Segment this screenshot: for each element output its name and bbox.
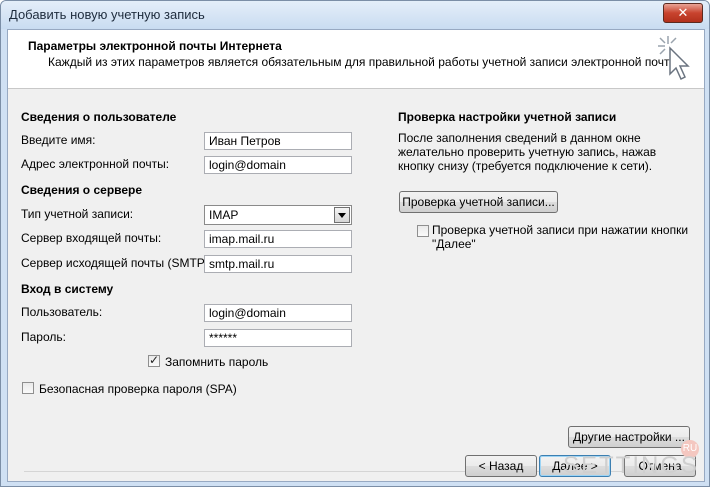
dialog-body: Сведения о пользователе Введите имя: Адр… — [8, 89, 704, 481]
test-settings-title: Проверка настройки учетной записи — [398, 110, 617, 124]
logon-title: Вход в систему — [21, 282, 114, 296]
dialog-header: Параметры электронной почты Интернета Ка… — [8, 30, 704, 89]
server-info-title: Сведения о сервере — [21, 183, 143, 197]
test-account-button[interactable]: Проверка учетной записи... — [399, 191, 558, 213]
email-label: Адрес электронной почты: — [21, 157, 170, 171]
account-type-label: Тип учетной записи: — [21, 207, 134, 221]
remember-password-checkbox[interactable] — [148, 353, 160, 367]
more-settings-button[interactable]: Другие настройки ... — [568, 426, 690, 448]
email-input[interactable] — [204, 156, 352, 174]
auto-test-label: Проверка учетной записи при нажатии кноп… — [432, 223, 689, 251]
remember-password-label: Запомнить пароль — [165, 355, 269, 369]
incoming-server-label: Сервер входящей почты: — [21, 231, 162, 245]
outgoing-server-input[interactable] — [204, 255, 352, 273]
incoming-server-input[interactable] — [204, 230, 352, 248]
test-description: После заполнения сведений в данном окне … — [398, 131, 657, 173]
outgoing-server-label: Сервер исходящей почты (SMTP): — [21, 256, 213, 270]
user-info-title: Сведения о пользователе — [21, 110, 177, 124]
spa-checkbox[interactable] — [22, 382, 34, 394]
auto-test-checkbox[interactable] — [417, 225, 429, 237]
cursor-sparkle-icon — [658, 36, 690, 81]
window-title: Добавить новую учетную запись — [9, 7, 205, 22]
back-button[interactable]: < Назад — [465, 455, 537, 477]
header-subtitle: Каждый из этих параметров является обяза… — [48, 55, 682, 69]
chevron-down-icon[interactable] — [334, 207, 350, 223]
user-input[interactable] — [204, 304, 352, 322]
close-icon: ✕ — [677, 5, 689, 20]
name-label: Введите имя: — [21, 133, 96, 147]
account-type-select[interactable]: IMAP — [204, 205, 352, 225]
header-title: Параметры электронной почты Интернета — [28, 39, 282, 53]
watermark-text: SETTINGS — [562, 452, 699, 479]
account-type-value: IMAP — [209, 208, 239, 222]
name-input[interactable] — [204, 132, 352, 150]
password-label: Пароль: — [21, 330, 66, 344]
spa-label: Безопасная проверка пароля (SPA) — [39, 382, 237, 396]
dialog-window: Добавить новую учетную запись ✕ Параметр… — [0, 0, 710, 487]
dialog-client-area: Параметры электронной почты Интернета Ка… — [7, 29, 705, 482]
user-label: Пользователь: — [21, 305, 103, 319]
password-input[interactable] — [204, 329, 352, 347]
close-button[interactable]: ✕ — [663, 3, 703, 23]
title-bar[interactable]: Добавить новую учетную запись ✕ — [1, 1, 709, 29]
